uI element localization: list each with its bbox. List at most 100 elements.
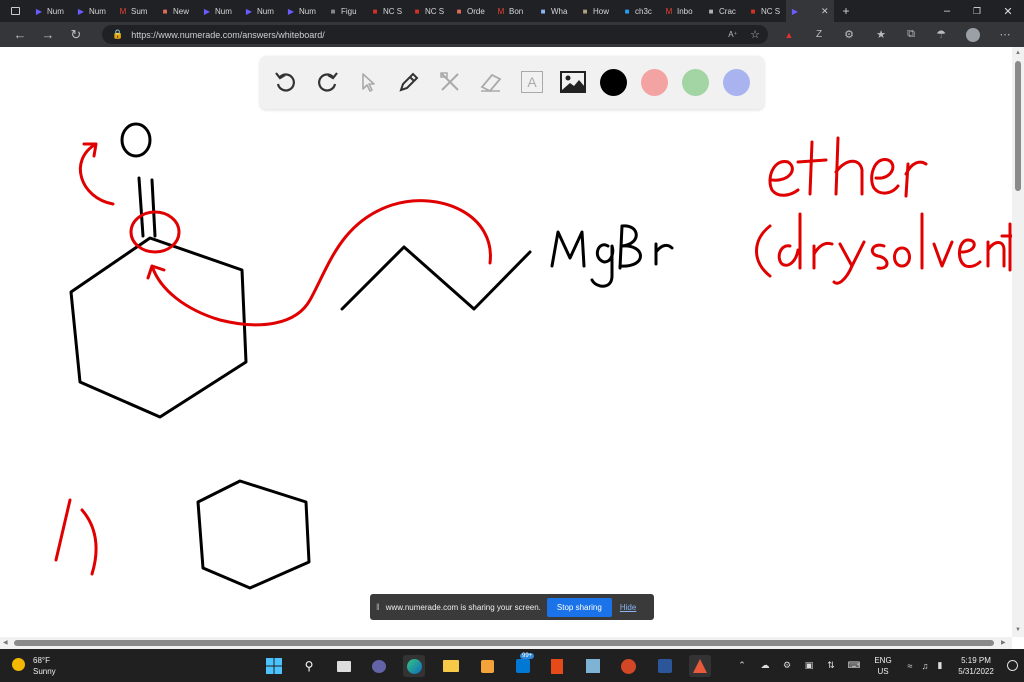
sandbox-button[interactable] [582, 655, 604, 677]
figure-icon: ■ [330, 6, 336, 16]
store-button[interactable]: 99+ [512, 653, 535, 677]
extension-z-button[interactable]: Z [808, 25, 830, 44]
redo-button[interactable] [311, 66, 343, 98]
new-tab-button[interactable]: + [834, 0, 858, 22]
browser-tab[interactable]: ■ Figu [324, 0, 366, 22]
scroll-up-arrow[interactable]: ▲ [1015, 50, 1021, 56]
browser-tab[interactable]: ■ NC S [366, 0, 408, 22]
wifi-button[interactable]: ≈ [903, 649, 917, 682]
favorite-button[interactable]: ☆ [744, 25, 766, 44]
tools-button[interactable] [434, 66, 466, 98]
color-swatch[interactable] [600, 69, 627, 96]
horizontal-scroll-thumb[interactable] [14, 640, 994, 646]
browser-tab[interactable]: ■ Wha [534, 0, 576, 22]
eraser-button[interactable] [475, 66, 507, 98]
word-button[interactable] [654, 655, 676, 677]
browser-tab[interactable]: ■ ch3c [618, 0, 660, 22]
menu-button[interactable]: ⋯ [994, 25, 1016, 44]
favorites-button[interactable]: ★ [870, 25, 892, 44]
clock[interactable]: 5:19 PM 5/31/2022 [948, 655, 1004, 677]
scroll-right-arrow[interactable]: ▶ [1001, 639, 1006, 646]
read-aloud-button[interactable]: A⁺ [722, 25, 744, 44]
file-explorer-button[interactable] [440, 655, 462, 677]
browser-tab[interactable]: ■ Orde [450, 0, 492, 22]
horizontal-scrollbar[interactable]: ◀ ▶ [0, 637, 1012, 649]
tab-actions-button[interactable] [0, 0, 30, 22]
notifications-button[interactable] [1004, 649, 1020, 682]
scroll-down-arrow[interactable]: ▼ [1015, 627, 1021, 633]
browser-tab[interactable]: M Inbo [660, 0, 702, 22]
battery-button[interactable]: ▮ [933, 649, 947, 682]
browser-tab[interactable]: ■ New [156, 0, 198, 22]
minimize-button[interactable]: – [932, 0, 962, 22]
stop-sharing-button[interactable]: Stop sharing [546, 597, 612, 617]
weather-widget[interactable]: 68°F Sunny [12, 655, 56, 677]
close-window-button[interactable]: ✕ [993, 0, 1023, 22]
select-button[interactable] [352, 66, 384, 98]
keyboard-button[interactable]: ⌨ [845, 649, 863, 682]
speaker-icon: ♫ [921, 660, 929, 671]
profile-button[interactable] [962, 25, 984, 44]
text-button[interactable]: A [516, 66, 548, 98]
color-swatch[interactable] [682, 69, 709, 96]
language-indicator[interactable]: ENG US [872, 655, 894, 677]
powerpoint-button[interactable] [617, 655, 639, 677]
avatar [966, 27, 980, 42]
extension-tp-button[interactable]: ▲ [778, 25, 800, 44]
browser-tab[interactable]: ▶ Num [282, 0, 324, 22]
news-icon: ■ [162, 6, 168, 16]
browser-tab[interactable]: ▶ Num [240, 0, 282, 22]
browser-tab[interactable]: M Bon [492, 0, 534, 22]
drag-handle-icon[interactable]: ‖ [376, 602, 380, 612]
volume-button[interactable]: ♫ [918, 649, 932, 682]
browser-tab-strip: ▶ Num ▶ Num M Sum ■ New ▶ Num ▶ Num ▶ Num ■ Figu ■ NC S ■ N… [0, 0, 1024, 22]
url-field[interactable]: 🔒 https://www.numerade.com/answers/white… [102, 25, 768, 44]
close-tab-icon[interactable]: ✕ [821, 6, 829, 17]
browser-tab[interactable]: ▶ Num [198, 0, 240, 22]
browser-tab[interactable]: ■ Crac [702, 0, 744, 22]
extensions-badge-button[interactable]: ☂ [930, 25, 952, 44]
refresh-button[interactable]: ↻ [62, 22, 90, 47]
vertical-scroll-thumb[interactable] [1015, 61, 1021, 191]
tray-app-button[interactable]: ⚙ [779, 649, 795, 682]
browser-tab[interactable]: ■ How [576, 0, 618, 22]
search-button[interactable]: ⚲ [298, 655, 320, 677]
cyclohexane-ring-drawing [69, 236, 248, 419]
onedrive-button[interactable]: ☁ [757, 649, 773, 682]
drawing-app-button[interactable] [689, 655, 711, 677]
pen-button[interactable] [393, 66, 425, 98]
browser-tab[interactable]: ▶ Num [72, 0, 114, 22]
image-button[interactable] [557, 66, 589, 98]
gmail-icon: M [665, 6, 673, 16]
back-button[interactable]: ← [6, 22, 34, 47]
browser-tab[interactable]: ■ NC S [408, 0, 450, 22]
browser-tab[interactable]: ▶ Num [30, 0, 72, 22]
task-view-button[interactable] [333, 655, 355, 677]
hide-button[interactable]: Hide [620, 603, 636, 612]
forward-button[interactable]: → [34, 22, 62, 47]
color-swatch[interactable] [641, 69, 668, 96]
calendar-app-button[interactable] [476, 655, 498, 677]
vertical-scrollbar[interactable]: ▲ ▼ [1012, 47, 1024, 637]
numerade-icon: ▶ [287, 6, 295, 16]
star-add-icon: ☆ [750, 29, 760, 41]
color-swatch[interactable] [723, 69, 750, 96]
show-hidden-icons-button[interactable]: ⌃ [735, 649, 749, 682]
tray-sync-button[interactable]: ⇅ [823, 649, 839, 682]
meet-button[interactable]: ▣ [801, 649, 817, 682]
scroll-left-arrow[interactable]: ◀ [3, 639, 8, 646]
start-button[interactable] [263, 655, 285, 677]
browser-tab-active[interactable]: ▶ ✕ [786, 0, 834, 22]
browser-tab[interactable]: M Sum [114, 0, 156, 22]
office-button[interactable] [546, 655, 568, 677]
extension-button[interactable]: ⚙ [838, 25, 860, 44]
whiteboard-canvas[interactable]: A ‖ www.numerade.com is sharing your scr… [0, 47, 1012, 637]
browser-tab[interactable]: ■ NC S [744, 0, 786, 22]
edge-button[interactable] [403, 655, 425, 677]
restore-button[interactable]: ❐ [962, 0, 992, 22]
undo-button[interactable] [270, 66, 302, 98]
tab-label: Num [215, 6, 232, 16]
chat-button[interactable] [368, 655, 390, 677]
nc-icon: ■ [414, 6, 420, 16]
collections-button[interactable]: ⧉ [900, 25, 922, 44]
